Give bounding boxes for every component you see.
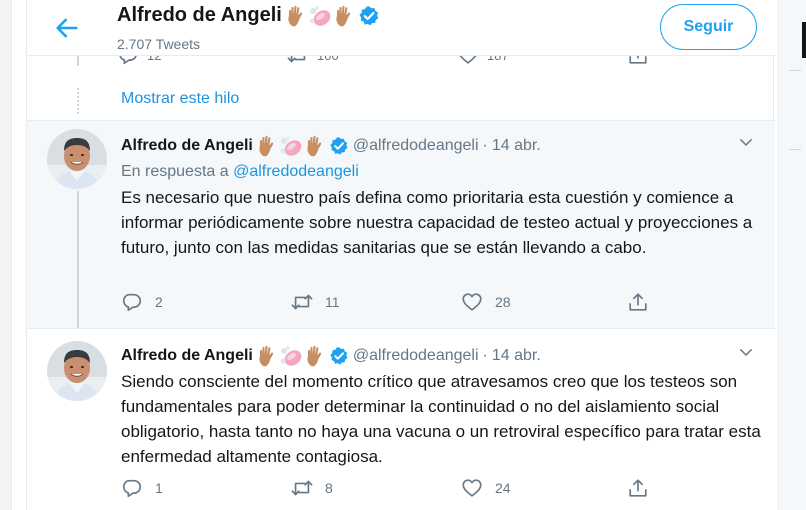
tweet-card[interactable]: Alfredo de Angeli @alfredodeangeli · 14 … — [27, 120, 775, 329]
share-icon — [627, 477, 649, 499]
author-handle[interactable]: @alfredodeangeli — [353, 137, 479, 155]
arrow-left-icon[interactable] — [53, 14, 81, 42]
reply-count: 1 — [155, 480, 163, 496]
share-button[interactable] — [627, 291, 649, 313]
author-handle[interactable]: @alfredodeangeli — [353, 347, 479, 365]
tweet-text: Siendo consciente del momento crítico qu… — [121, 372, 761, 466]
retweet-count: 11 — [325, 294, 340, 310]
name-emoji — [257, 135, 325, 157]
reply-context: En respuesta a @alfredodeangeli — [121, 163, 359, 181]
reply-button[interactable]: 1 — [121, 477, 163, 499]
profile-name: Alfredo de Angeli — [117, 4, 380, 27]
tweet-card[interactable]: Alfredo de Angeli @alfredodeangeli · 14 … — [27, 328, 775, 510]
heart-icon — [461, 291, 483, 313]
thread-connector — [77, 191, 79, 329]
chevron-down-icon[interactable] — [737, 343, 755, 361]
reply-button[interactable]: 2 — [121, 291, 163, 313]
raised-hand-icon — [257, 135, 277, 157]
like-button[interactable]: 24 — [461, 477, 511, 499]
tweet-date[interactable]: 14 abr. — [492, 137, 541, 155]
heart-icon — [461, 477, 483, 499]
separator-dot: · — [482, 347, 488, 364]
retweet-button[interactable]: 8 — [291, 477, 333, 499]
right-sidebar-edge — [778, 0, 806, 510]
reply-icon — [121, 291, 143, 313]
retweet-button[interactable]: 11 — [291, 291, 340, 313]
avatar[interactable] — [47, 129, 107, 189]
profile-header: Alfredo de Angeli 2.707 Tweets Seguir — [27, 0, 775, 56]
profile-name-text: Alfredo de Angeli — [117, 4, 282, 26]
reply-handle-link[interactable]: @alfredodeangeli — [233, 163, 359, 180]
tweet-header: Alfredo de Angeli @alfredodeangeli · 14 … — [121, 345, 541, 367]
tweet-date[interactable]: 14 abr. — [492, 347, 541, 365]
soap-icon — [279, 135, 303, 157]
share-button[interactable] — [627, 477, 649, 499]
share-icon — [627, 291, 649, 313]
thread-gap-dots — [77, 88, 79, 114]
reply-count: 2 — [155, 294, 163, 310]
soap-icon — [279, 345, 303, 367]
browser-left-margin — [0, 0, 12, 510]
sidebar-divider — [789, 70, 801, 150]
tweet-actions: 2 11 28 — [121, 291, 661, 315]
raised-hand-icon — [286, 5, 306, 27]
like-button[interactable]: 28 — [461, 291, 511, 313]
tweet-text: Es necesario que nuestro país defina com… — [121, 188, 753, 257]
like-count: 28 — [495, 294, 511, 310]
author-name[interactable]: Alfredo de Angeli — [121, 137, 253, 155]
avatar[interactable] — [47, 341, 107, 401]
reply-icon — [121, 477, 143, 499]
tweet-header: Alfredo de Angeli @alfredodeangeli · 14 … — [121, 135, 541, 157]
name-emoji — [257, 345, 325, 367]
scroll-marker — [802, 22, 806, 58]
author-name[interactable]: Alfredo de Angeli — [121, 347, 253, 365]
raised-hand-icon — [334, 5, 354, 27]
like-count: 24 — [495, 480, 511, 496]
retweet-icon — [291, 477, 313, 499]
separator-dot: · — [482, 137, 488, 154]
retweet-icon — [291, 291, 313, 313]
retweet-count: 8 — [325, 480, 333, 496]
tweet-count: 2.707 Tweets — [117, 36, 201, 52]
raised-hand-icon — [257, 345, 277, 367]
raised-hand-icon — [305, 135, 325, 157]
chevron-down-icon[interactable] — [737, 133, 755, 151]
follow-button[interactable]: Seguir — [660, 4, 757, 50]
show-thread-link[interactable]: Mostrar este hilo — [121, 90, 239, 108]
name-emoji — [286, 5, 354, 27]
verified-badge-icon — [358, 5, 380, 27]
reply-prefix: En respuesta a — [121, 163, 229, 180]
soap-icon — [308, 5, 332, 27]
thread-connector-top — [77, 56, 79, 66]
verified-badge-icon — [329, 346, 349, 366]
timeline-column: 12 100 187 Mostrar este hilo Alfredo de … — [26, 0, 775, 510]
verified-badge-icon — [329, 136, 349, 156]
raised-hand-icon — [305, 345, 325, 367]
tweet-actions: 1 8 24 — [121, 477, 661, 501]
